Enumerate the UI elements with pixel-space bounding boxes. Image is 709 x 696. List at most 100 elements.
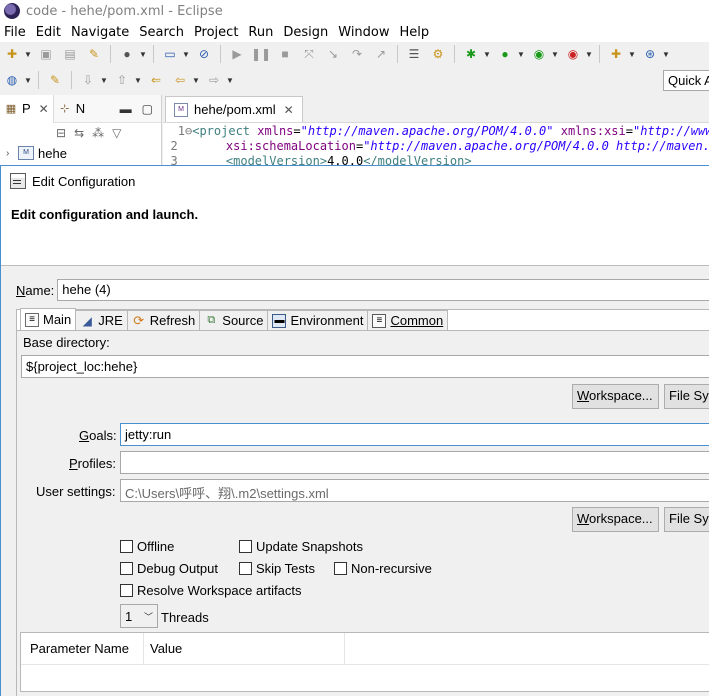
run-icon[interactable]: ●: [497, 46, 513, 62]
code-line[interactable]: 2 xsi:schemaLocation = "http://maven.apach…: [163, 139, 709, 154]
base-directory-input[interactable]: ${project_loc:hehe}: [21, 355, 709, 378]
menu-window[interactable]: Window: [333, 25, 394, 40]
next-annotation-dropdown-icon[interactable]: ▼: [100, 76, 108, 85]
step-return-icon[interactable]: ↗: [373, 46, 389, 62]
user-dropdown-icon[interactable]: ▼: [139, 50, 147, 59]
file-system-button-settings[interactable]: File Sys: [664, 507, 709, 532]
tree-item-hehe[interactable]: › M hehe: [0, 143, 161, 163]
coverage-icon[interactable]: ◉: [531, 46, 547, 62]
menu-project[interactable]: Project: [189, 25, 243, 40]
globe-dropdown-icon[interactable]: ▼: [24, 76, 32, 85]
update-snapshots-checkbox[interactable]: Update Snapshots: [239, 539, 363, 554]
spring-dropdown-icon[interactable]: ▼: [662, 50, 670, 59]
xml-file-icon: M: [174, 102, 188, 117]
disconnect-icon[interactable]: ⤧: [301, 46, 317, 62]
debug-dropdown-icon[interactable]: ▼: [483, 50, 491, 59]
coverage-dropdown-icon[interactable]: ▼: [551, 50, 559, 59]
user-icon[interactable]: ●: [119, 46, 135, 62]
file-system-button[interactable]: File Sys: [664, 384, 709, 409]
external-tools-icon[interactable]: ◉: [565, 46, 581, 62]
edit-configuration-dialog: Edit Configuration Edit configuration an…: [0, 165, 709, 696]
goals-input[interactable]: jetty:run: [120, 423, 709, 446]
save-all-icon[interactable]: ▤: [62, 46, 78, 62]
column-parameter-name[interactable]: Parameter Name: [21, 633, 144, 664]
workspace-button[interactable]: Workspace...: [572, 384, 659, 409]
globe-icon[interactable]: ◍: [4, 72, 20, 88]
annotation-icon[interactable]: ✎: [47, 72, 63, 88]
forward-dropdown-icon[interactable]: ▼: [226, 76, 234, 85]
previous-annotation-dropdown-icon[interactable]: ▼: [134, 76, 142, 85]
menu-file[interactable]: File: [0, 25, 31, 40]
debug-output-checkbox[interactable]: Debug Output: [120, 561, 218, 576]
new-java-package-icon[interactable]: ✚: [608, 46, 624, 62]
user-settings-label: User settings:: [36, 484, 116, 499]
back-dropdown-icon[interactable]: ▼: [192, 76, 200, 85]
column-value[interactable]: Value: [144, 633, 345, 664]
open-console-icon[interactable]: ☰: [406, 46, 422, 62]
spring-icon[interactable]: ⊛: [642, 46, 658, 62]
last-edit-icon[interactable]: ⇐: [148, 72, 164, 88]
maximize-icon[interactable]: ▢: [142, 102, 153, 116]
tab-package-explorer[interactable]: ▦ P ✕: [0, 94, 54, 123]
minimize-icon[interactable]: ▬: [120, 102, 132, 116]
menu-navigate[interactable]: Navigate: [66, 25, 134, 40]
parameter-table[interactable]: Parameter Name Value: [20, 632, 709, 692]
resume-icon[interactable]: ▶: [229, 46, 245, 62]
run-dropdown-icon[interactable]: ▼: [517, 50, 525, 59]
console-icon[interactable]: ▭: [162, 46, 178, 62]
resolve-workspace-checkbox[interactable]: Resolve Workspace artifacts: [120, 583, 302, 598]
focus-icon[interactable]: ⁂: [92, 126, 104, 140]
debug-icon[interactable]: ✱: [463, 46, 479, 62]
menu-help[interactable]: Help: [395, 25, 435, 40]
profiles-input[interactable]: [120, 451, 709, 474]
link-with-editor-icon[interactable]: ⇆: [74, 126, 84, 140]
new-package-dropdown-icon[interactable]: ▼: [628, 50, 636, 59]
tab-source[interactable]: ⧉ Source: [199, 310, 269, 330]
non-recursive-checkbox[interactable]: Non-recursive: [334, 561, 432, 576]
close-icon[interactable]: ✕: [39, 102, 49, 116]
tab-refresh[interactable]: ⟳ Refresh: [126, 310, 201, 330]
collapse-all-icon[interactable]: ⊟: [56, 126, 66, 140]
menubar: File Edit Navigate Search Project Run De…: [0, 22, 709, 42]
save-icon[interactable]: ▣: [38, 46, 54, 62]
tab-jre[interactable]: ◢ JRE: [75, 310, 128, 330]
open-task-icon[interactable]: ✎: [86, 46, 102, 62]
workspace-button-settings[interactable]: Workspace...: [572, 507, 659, 532]
user-settings-input[interactable]: C:\Users\呼呼、翔\.m2\settings.xml: [120, 479, 709, 502]
next-annotation-icon[interactable]: ⇩: [80, 72, 96, 88]
quick-access-field[interactable]: Quick A: [663, 70, 709, 91]
skip-breakpoints-icon[interactable]: ⊘: [196, 46, 212, 62]
tab-common[interactable]: ≡ Common: [367, 310, 449, 330]
tab-navigator[interactable]: ⊹ N: [54, 95, 89, 123]
menu-search[interactable]: Search: [134, 25, 189, 40]
terminate-icon[interactable]: ■: [277, 46, 293, 62]
new-icon[interactable]: ✚: [4, 46, 20, 62]
tab-main[interactable]: ≡ Main: [20, 308, 77, 330]
chevron-right-icon[interactable]: ›: [6, 148, 18, 159]
previous-annotation-icon[interactable]: ⇧: [114, 72, 130, 88]
code-line[interactable]: 1 ⊖ <project xmlns = "http://maven.apache.or…: [163, 124, 709, 139]
console-dropdown-icon[interactable]: ▼: [182, 50, 190, 59]
offline-checkbox[interactable]: Offline: [120, 539, 174, 554]
new-dropdown-icon[interactable]: ▼: [24, 50, 32, 59]
step-over-icon[interactable]: ↷: [349, 46, 365, 62]
fold-toggle-icon[interactable]: ⊖: [185, 124, 192, 139]
editor-tab-pom[interactable]: M hehe/pom.xml ✕: [165, 96, 303, 122]
external-tools-dropdown-icon[interactable]: ▼: [585, 50, 593, 59]
name-input[interactable]: hehe (4): [57, 279, 709, 301]
threads-select[interactable]: 1 ﹀: [120, 604, 158, 628]
menu-edit[interactable]: Edit: [31, 25, 66, 40]
back-icon[interactable]: ⇦: [172, 72, 188, 88]
menu-run[interactable]: Run: [243, 25, 278, 40]
tab-environment[interactable]: ▬ Environment: [267, 310, 369, 330]
menu-design[interactable]: Design: [278, 25, 333, 40]
suspend-icon[interactable]: ❚❚: [251, 46, 271, 62]
toggle-icon[interactable]: ⚙: [430, 46, 446, 62]
step-into-icon[interactable]: ↘: [325, 46, 341, 62]
code-area[interactable]: 1 ⊖ <project xmlns = "http://maven.apache.or…: [163, 123, 709, 169]
common-icon: ≡: [372, 313, 387, 328]
skip-tests-checkbox[interactable]: Skip Tests: [239, 561, 315, 576]
close-icon[interactable]: ✕: [284, 103, 294, 117]
forward-icon[interactable]: ⇨: [206, 72, 222, 88]
view-menu-icon[interactable]: ▽: [112, 126, 121, 140]
